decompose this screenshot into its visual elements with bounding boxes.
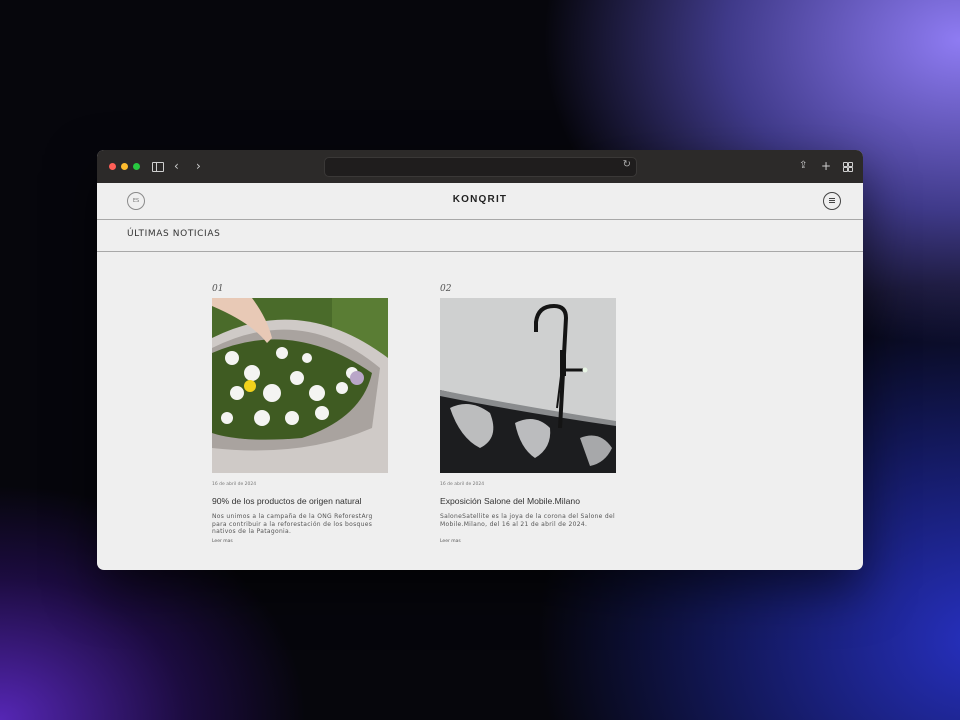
hamburger-icon bbox=[829, 198, 835, 199]
news-image[interactable] bbox=[440, 298, 616, 473]
news-card[interactable]: 01 16 de abril de 2024 90% de los produc… bbox=[212, 284, 389, 544]
news-description: Nos unimos a la campaña de la ONG Refore… bbox=[212, 513, 373, 535]
flowers-in-concrete-tub-image bbox=[212, 298, 388, 473]
hamburger-icon-line bbox=[829, 200, 835, 201]
share-icon[interactable]: ⇪ bbox=[799, 158, 807, 174]
news-card[interactable]: 02 16 de abril de 2024 Exposición Salone… bbox=[440, 284, 617, 544]
close-window-button[interactable] bbox=[109, 163, 116, 170]
news-number: 02 bbox=[440, 284, 452, 294]
read-more-link[interactable]: Leer mas bbox=[212, 539, 389, 544]
news-date: 16 de abril de 2024 bbox=[212, 482, 257, 487]
chevron-right-icon[interactable]: › bbox=[196, 158, 201, 174]
zoom-window-button[interactable] bbox=[133, 163, 140, 170]
plus-icon[interactable]: + bbox=[821, 158, 831, 174]
chevron-left-icon[interactable]: ‹ bbox=[174, 158, 179, 174]
tab-overview-icon[interactable] bbox=[843, 162, 853, 172]
site-logo[interactable]: KONQRIT bbox=[97, 194, 863, 205]
news-number: 01 bbox=[212, 284, 224, 294]
site-header: ES KONQRIT bbox=[97, 183, 863, 220]
minimize-window-button[interactable] bbox=[121, 163, 128, 170]
hamburger-icon-line bbox=[829, 202, 835, 203]
news-title[interactable]: Exposición Salone del Mobile.Milano bbox=[440, 496, 617, 508]
address-bar[interactable]: ↻ bbox=[324, 157, 637, 177]
menu-button[interactable] bbox=[823, 192, 841, 210]
black-faucet-marble-tub-image bbox=[440, 298, 616, 473]
browser-window: ‹ › ↻ ⇪ + ES KONQRIT ÚLTIMAS NOTICIAS 01 bbox=[97, 150, 863, 570]
section-title: ÚLTIMAS NOTICIAS bbox=[127, 229, 221, 239]
news-date: 16 de abril de 2024 bbox=[440, 482, 485, 487]
news-title[interactable]: 90% de los productos de origen natural bbox=[212, 496, 389, 508]
sidebar-icon[interactable] bbox=[152, 162, 164, 172]
section-header: ÚLTIMAS NOTICIAS bbox=[97, 220, 863, 252]
browser-toolbar: ‹ › ↻ ⇪ + bbox=[97, 150, 863, 183]
news-description: SaloneSatellite es la joya de la corona … bbox=[440, 513, 615, 528]
reload-icon[interactable]: ↻ bbox=[623, 159, 631, 170]
read-more-link[interactable]: Leer mas bbox=[440, 539, 617, 544]
news-image[interactable] bbox=[212, 298, 388, 473]
